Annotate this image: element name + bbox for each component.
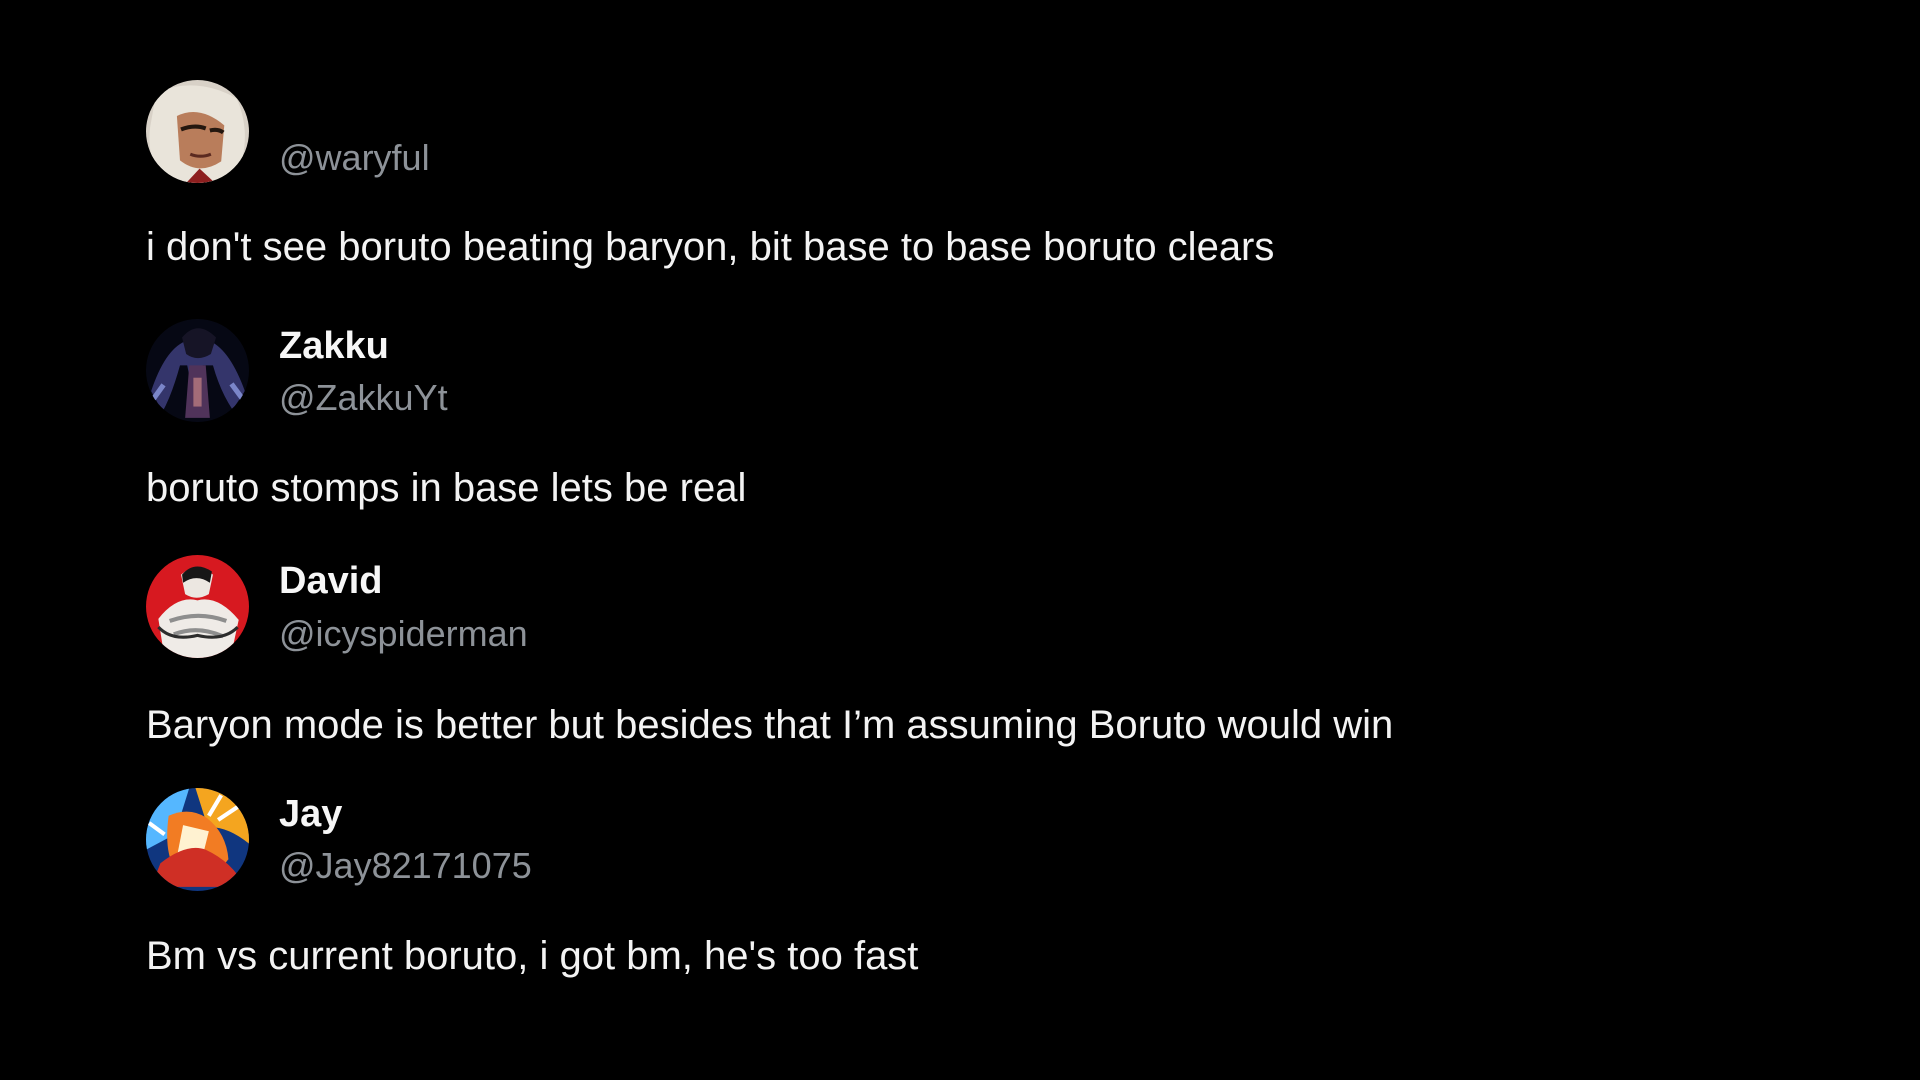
avatar[interactable] (146, 788, 249, 891)
post-text: Bm vs current boruto, i got bm, he's too… (146, 934, 919, 978)
display-name: Jay (279, 793, 343, 835)
dark-anime-character-avatar-icon (146, 319, 249, 422)
user-handle: @waryful (279, 137, 430, 178)
muscular-character-red-background-avatar-icon (146, 555, 249, 658)
display-name: David (279, 560, 383, 602)
avatar[interactable] (146, 319, 249, 422)
avatar[interactable] (146, 555, 249, 658)
colorful-fighting-character-avatar-icon (146, 788, 249, 891)
user-handle: @Jay82171075 (279, 845, 532, 886)
post-text: Baryon mode is better but besides that I… (146, 703, 1394, 747)
post-text: i don't see boruto beating baryon, bit b… (146, 225, 1275, 269)
display-name: Zakku (279, 325, 389, 367)
user-handle: @ZakkuYt (279, 377, 448, 418)
post-text: boruto stomps in base lets be real (146, 466, 747, 510)
user-handle: @icyspiderman (279, 613, 528, 654)
avatar[interactable] (146, 80, 249, 183)
anime-character-avatar-icon (146, 80, 249, 183)
